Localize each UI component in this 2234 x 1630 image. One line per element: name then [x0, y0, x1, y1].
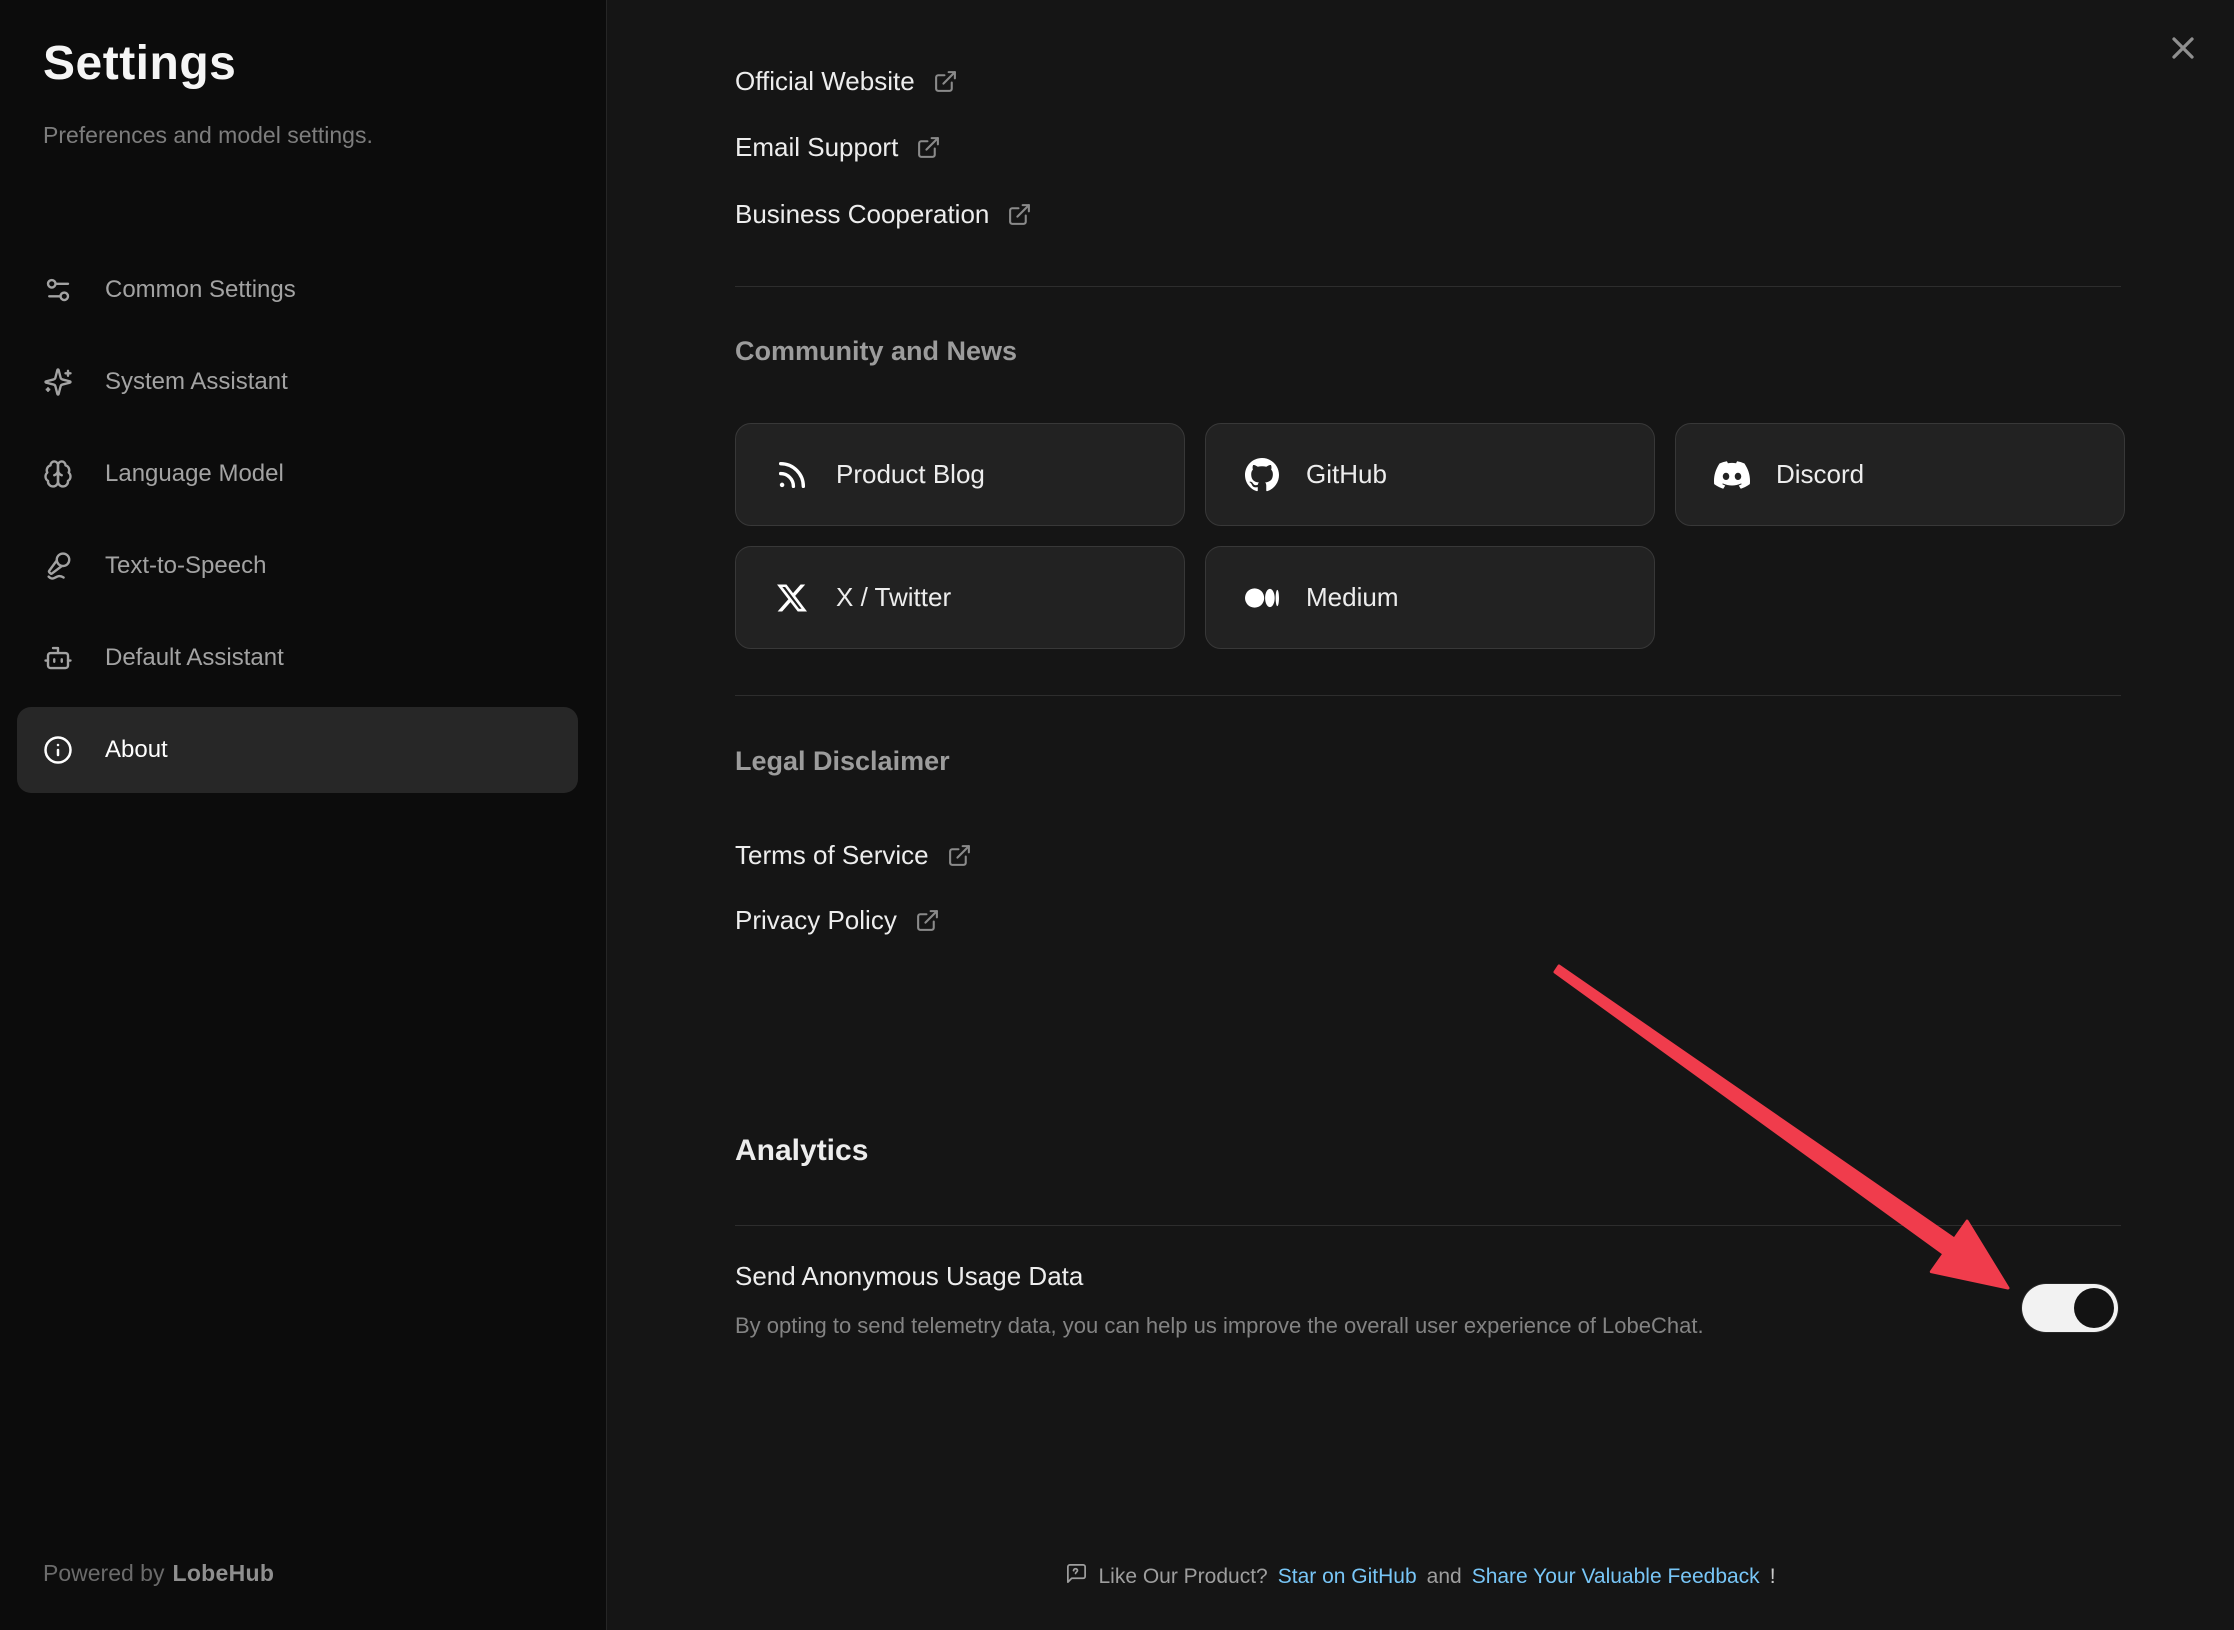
sidebar-item-system-assistant[interactable]: System Assistant [17, 339, 578, 425]
community-heading: Community and News [735, 336, 1017, 367]
link-label: Privacy Policy [735, 905, 897, 936]
button-label: Medium [1306, 582, 1398, 613]
sidebar-item-text-to-speech[interactable]: Text-to-Speech [17, 523, 578, 609]
settings-sliders-icon [43, 275, 73, 305]
section-divider [735, 1225, 2121, 1226]
toggle-knob [2074, 1288, 2114, 1328]
link-label: Email Support [735, 132, 898, 163]
official-website-link[interactable]: Official Website [735, 63, 958, 99]
sidebar-item-label: Language Model [105, 460, 284, 488]
feedback-footer: Like Our Product? Star on GitHub and Sha… [607, 1562, 2234, 1591]
settings-sidebar: Settings Preferences and model settings.… [0, 0, 607, 1630]
usage-data-description: By opting to send telemetry data, you ca… [735, 1313, 1704, 1339]
medium-icon [1244, 580, 1280, 616]
analytics-heading: Analytics [735, 1134, 868, 1168]
sidebar-item-label: System Assistant [105, 368, 288, 396]
link-label: Official Website [735, 66, 915, 97]
medium-button[interactable]: Medium [1205, 546, 1655, 649]
page-title: Settings [43, 36, 236, 91]
brain-icon [43, 459, 73, 489]
github-icon [1244, 457, 1280, 493]
powered-by-text: Powered by [43, 1560, 164, 1586]
share-feedback-link[interactable]: Share Your Valuable Feedback [1472, 1565, 1760, 1589]
link-label: Terms of Service [735, 840, 929, 871]
external-link-icon [947, 843, 972, 868]
footer-text: ! [1770, 1565, 1776, 1589]
button-label: Discord [1776, 459, 1864, 490]
sidebar-item-language-model[interactable]: Language Model [17, 431, 578, 517]
external-link-icon [915, 908, 940, 933]
settings-modal: Settings Preferences and model settings.… [0, 0, 2234, 1630]
contact-us-heading: Contact Us [735, 0, 878, 4]
button-label: GitHub [1306, 459, 1387, 490]
sidebar-item-label: Text-to-Speech [105, 552, 266, 580]
powered-by: Powered by LobeHub [43, 1560, 274, 1587]
sidebar-item-about[interactable]: About [17, 707, 578, 793]
x-logo-icon [774, 580, 810, 616]
sparkles-icon [43, 367, 73, 397]
legal-heading: Legal Disclaimer [735, 746, 950, 777]
sidebar-item-common-settings[interactable]: Common Settings [17, 247, 578, 333]
section-divider [735, 286, 2121, 287]
sidebar-item-label: Common Settings [105, 276, 296, 304]
sidebar-item-default-assistant[interactable]: Default Assistant [17, 615, 578, 701]
star-on-github-link[interactable]: Star on GitHub [1278, 1565, 1417, 1589]
sidebar-item-label: Default Assistant [105, 644, 284, 672]
discord-icon [1714, 457, 1750, 493]
about-panel: Contact Us Official Website Email Suppor… [607, 0, 2234, 1630]
close-icon [2165, 30, 2201, 66]
brand-name: LobeHub [172, 1560, 274, 1586]
bot-icon [43, 643, 73, 673]
email-support-link[interactable]: Email Support [735, 129, 941, 165]
footer-text: Like Our Product? [1098, 1565, 1267, 1589]
footer-text: and [1427, 1565, 1462, 1589]
sidebar-menu: Common Settings System Assistant Languag… [17, 247, 578, 799]
info-icon [43, 735, 73, 765]
external-link-icon [933, 69, 958, 94]
link-label: Business Cooperation [735, 199, 989, 230]
privacy-policy-link[interactable]: Privacy Policy [735, 902, 940, 938]
external-link-icon [916, 135, 941, 160]
product-blog-button[interactable]: Product Blog [735, 423, 1185, 526]
discord-button[interactable]: Discord [1675, 423, 2125, 526]
external-link-icon [1007, 202, 1032, 227]
x-twitter-button[interactable]: X / Twitter [735, 546, 1185, 649]
github-button[interactable]: GitHub [1205, 423, 1655, 526]
rss-icon [774, 457, 810, 493]
message-bubble-icon [1065, 1562, 1088, 1591]
button-label: Product Blog [836, 459, 985, 490]
community-buttons: Product Blog GitHub Discord X / Twitter [735, 423, 2125, 649]
usage-data-toggle[interactable] [2022, 1284, 2118, 1332]
microphone-icon [43, 551, 73, 581]
business-cooperation-link[interactable]: Business Cooperation [735, 196, 1032, 232]
page-subtitle: Preferences and model settings. [43, 122, 373, 149]
terms-of-service-link[interactable]: Terms of Service [735, 837, 972, 873]
section-divider [735, 695, 2121, 696]
sidebar-item-label: About [105, 736, 168, 764]
close-button[interactable] [2163, 28, 2203, 68]
usage-data-label: Send Anonymous Usage Data [735, 1261, 1083, 1292]
button-label: X / Twitter [836, 582, 951, 613]
